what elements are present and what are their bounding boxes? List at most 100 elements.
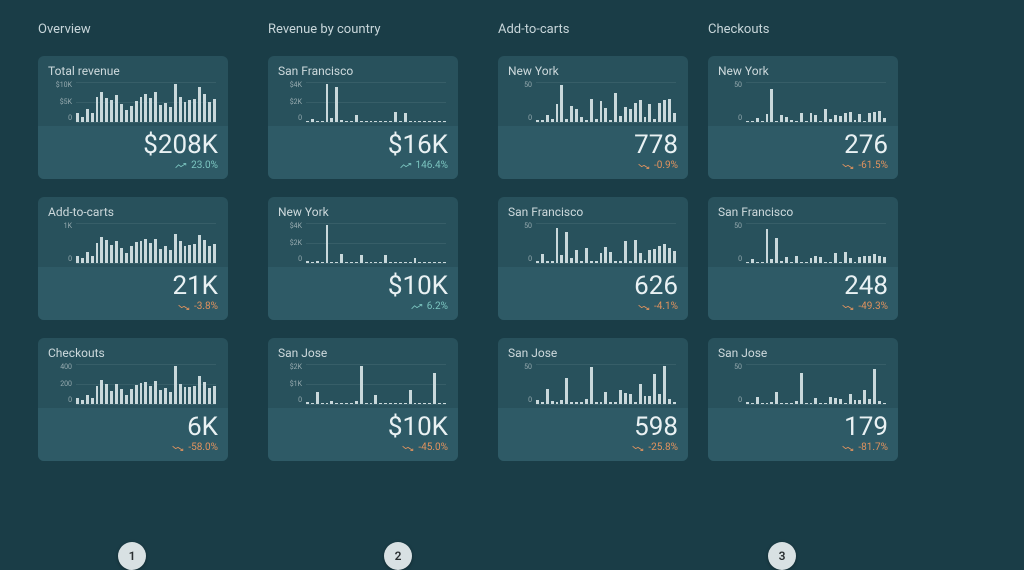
bar bbox=[595, 119, 598, 122]
metric-delta: 146.4% bbox=[278, 160, 448, 171]
y-axis-ticks: $4K$2K0 bbox=[278, 223, 304, 263]
bars bbox=[746, 82, 886, 122]
bar bbox=[565, 378, 568, 405]
y-axis-ticks: $10K$5K0 bbox=[48, 82, 74, 122]
card-top: Checkouts4002000 bbox=[38, 338, 228, 408]
bar bbox=[795, 256, 798, 263]
trend-down-icon bbox=[638, 303, 650, 311]
sparkline-chart: 500 bbox=[718, 223, 888, 263]
metric-card: New York500778-0.9% bbox=[498, 56, 688, 179]
bar bbox=[863, 256, 866, 263]
bar bbox=[184, 102, 187, 122]
bar bbox=[863, 390, 866, 404]
bar bbox=[604, 247, 607, 263]
card-title: New York bbox=[278, 205, 448, 219]
bar bbox=[556, 228, 559, 263]
bar bbox=[409, 262, 412, 263]
delta-value: -4.1% bbox=[654, 301, 678, 312]
bar bbox=[775, 121, 778, 122]
bar bbox=[653, 249, 656, 263]
metric-value: 6K bbox=[48, 414, 218, 440]
bar bbox=[140, 241, 143, 263]
bar bbox=[868, 399, 871, 404]
card-bottom: 276-61.5% bbox=[708, 126, 898, 179]
bar bbox=[174, 84, 177, 122]
bar bbox=[658, 103, 661, 122]
bar bbox=[761, 403, 764, 404]
bar bbox=[379, 262, 382, 263]
bar bbox=[81, 117, 84, 122]
bar bbox=[604, 108, 607, 122]
bar bbox=[384, 255, 387, 263]
section-title-checkouts: Checkouts bbox=[708, 22, 898, 38]
bar bbox=[873, 369, 876, 404]
bar bbox=[653, 374, 656, 404]
card-title: San Francisco bbox=[278, 64, 448, 78]
trend-down-icon bbox=[172, 444, 184, 452]
bar bbox=[340, 403, 343, 404]
bar bbox=[839, 262, 842, 263]
y-tick: $2K bbox=[278, 99, 302, 106]
bar bbox=[120, 248, 123, 263]
bar bbox=[766, 229, 769, 263]
bar bbox=[868, 256, 871, 263]
bar bbox=[878, 401, 881, 404]
bar bbox=[780, 261, 783, 263]
bar bbox=[560, 400, 563, 404]
bar bbox=[600, 253, 603, 263]
y-axis-ticks: 500 bbox=[718, 223, 744, 263]
bar bbox=[130, 389, 133, 404]
bar bbox=[580, 261, 583, 263]
delta-value: -3.8% bbox=[194, 301, 218, 312]
bar bbox=[648, 250, 651, 263]
y-tick: 0 bbox=[718, 115, 742, 122]
bar bbox=[824, 109, 827, 122]
bar bbox=[849, 394, 852, 404]
metric-card: San Jose500598-25.8% bbox=[498, 338, 688, 461]
gridline bbox=[746, 122, 886, 123]
bar bbox=[775, 238, 778, 263]
delta-value: -61.5% bbox=[858, 160, 888, 171]
bar bbox=[414, 121, 417, 122]
bar bbox=[858, 114, 861, 122]
bar bbox=[546, 389, 549, 404]
sparkline-chart: 500 bbox=[508, 82, 678, 122]
bar bbox=[340, 120, 343, 122]
bar bbox=[433, 121, 436, 122]
bar bbox=[751, 403, 754, 404]
card-top: San Francisco500 bbox=[498, 197, 688, 267]
bar bbox=[149, 243, 152, 263]
card-title: San Francisco bbox=[718, 205, 888, 219]
sparkline-chart: 500 bbox=[508, 223, 678, 263]
bar bbox=[746, 121, 749, 122]
bar bbox=[188, 100, 191, 122]
bar bbox=[306, 402, 309, 404]
bar bbox=[565, 232, 568, 263]
bar bbox=[418, 121, 421, 122]
y-axis-ticks: 4002000 bbox=[48, 364, 74, 404]
bar bbox=[330, 118, 333, 122]
trend-down-icon bbox=[842, 162, 854, 170]
bar bbox=[184, 246, 187, 263]
bar bbox=[805, 121, 808, 122]
bar bbox=[326, 84, 329, 123]
bar bbox=[355, 262, 358, 263]
bar bbox=[668, 248, 671, 263]
bar bbox=[208, 388, 211, 405]
bar bbox=[878, 256, 881, 263]
bar bbox=[144, 382, 147, 404]
metric-value: 179 bbox=[718, 414, 888, 440]
gridline bbox=[306, 263, 446, 264]
bar bbox=[775, 392, 778, 404]
bar bbox=[96, 97, 99, 122]
bar bbox=[159, 105, 162, 122]
bar bbox=[839, 116, 842, 122]
card-title: New York bbox=[508, 64, 678, 78]
bar bbox=[335, 403, 338, 404]
bar bbox=[609, 402, 612, 404]
metric-card: San Francisco$4K$2K0$16K146.4% bbox=[268, 56, 458, 179]
y-tick: 0 bbox=[508, 397, 532, 404]
bar bbox=[140, 97, 143, 122]
dashboard: Overview Total revenue$10K$5K0$208K23.0%… bbox=[0, 0, 1024, 479]
bar bbox=[306, 121, 309, 122]
